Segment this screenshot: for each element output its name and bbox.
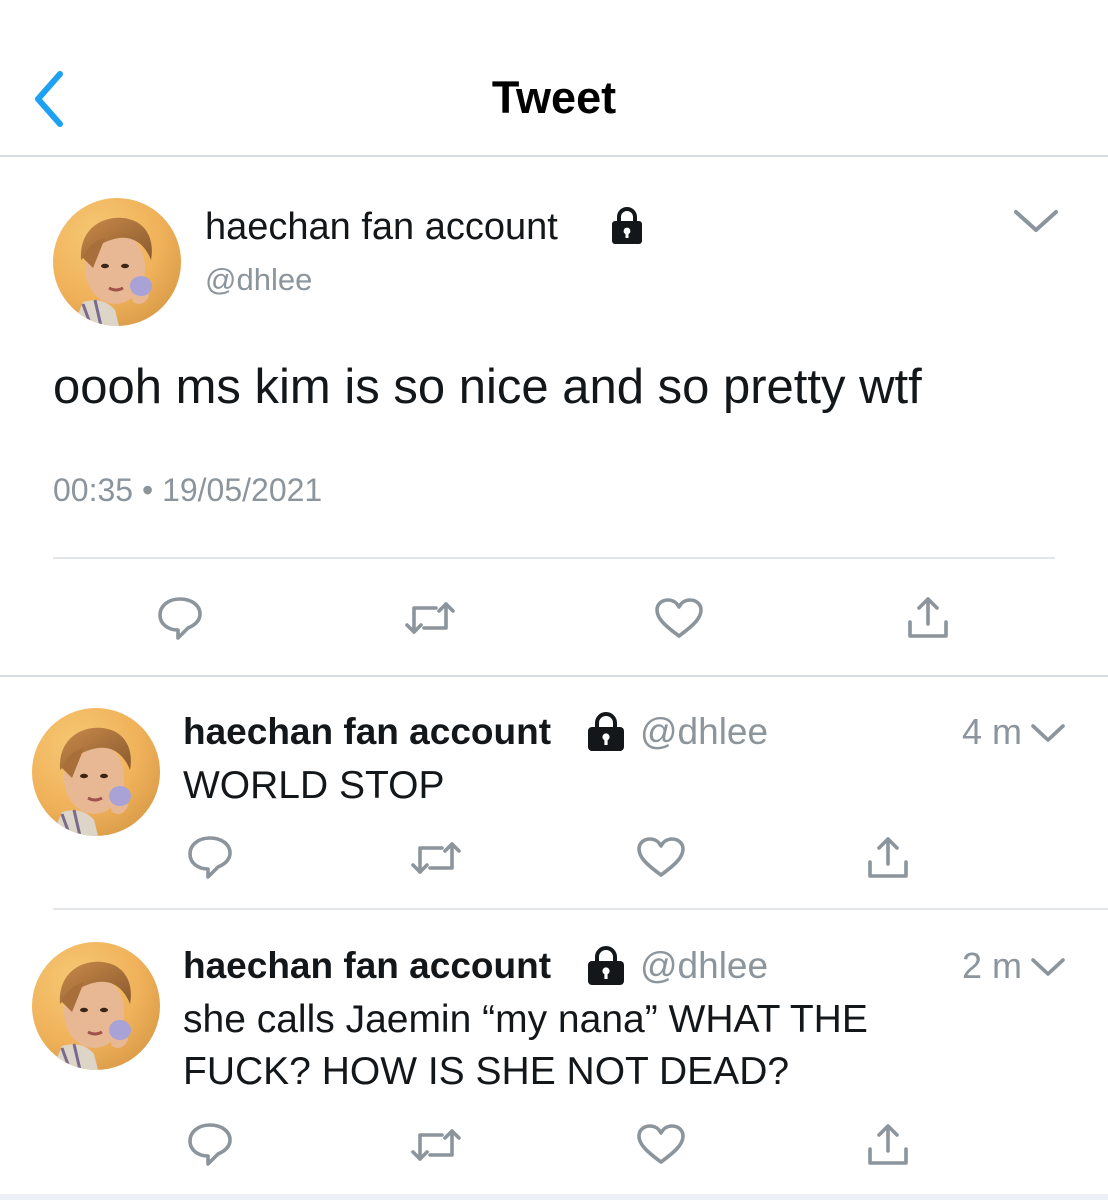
reply-button[interactable] <box>156 595 204 641</box>
divider <box>53 908 1108 910</box>
reply-icon <box>188 836 232 879</box>
share-icon <box>908 597 948 638</box>
retweet-button[interactable] <box>404 598 456 638</box>
lock-icon <box>610 206 644 246</box>
chevron-down-icon <box>1014 210 1058 232</box>
more-options-button[interactable] <box>1030 954 1066 980</box>
like-button[interactable] <box>654 597 704 639</box>
chevron-down-icon <box>1031 958 1065 976</box>
reply-icon <box>188 1123 232 1166</box>
reply-button[interactable] <box>186 1121 234 1167</box>
retweet-icon <box>411 842 461 874</box>
divider <box>0 675 1108 677</box>
heart-icon <box>637 1124 685 1164</box>
retweet-button[interactable] <box>410 838 462 878</box>
reply-icon <box>158 597 202 640</box>
display-name[interactable]: haechan fan account <box>183 944 551 988</box>
tweet-timestamp: 00:35 • 19/05/2021 <box>53 472 323 508</box>
tweet-text-line-2: FUCK? HOW IS SHE NOT DEAD? <box>183 1050 790 1093</box>
divider <box>53 557 1055 559</box>
username[interactable]: @dhlee <box>205 261 312 299</box>
bottom-edge <box>0 1194 1108 1200</box>
chevron-down-icon <box>1031 724 1065 742</box>
username[interactable]: @dhlee <box>640 710 768 754</box>
reply-button[interactable] <box>186 834 234 880</box>
heart-icon <box>637 837 685 877</box>
heart-icon <box>655 598 703 638</box>
share-icon <box>868 837 908 878</box>
share-button[interactable] <box>866 836 910 880</box>
display-name[interactable]: haechan fan account <box>183 710 551 754</box>
display-name[interactable]: haechan fan account <box>205 205 558 249</box>
top-bar: Tweet <box>0 0 1108 157</box>
avatar[interactable] <box>32 942 160 1070</box>
like-button[interactable] <box>636 836 686 878</box>
share-icon <box>868 1124 908 1165</box>
more-options-button[interactable] <box>1030 720 1066 746</box>
lock-icon <box>586 712 626 752</box>
avatar[interactable] <box>32 708 160 836</box>
retweet-icon <box>411 1129 461 1161</box>
lock-icon <box>586 946 626 986</box>
tweet-text: oooh ms kim is so nice and so pretty wtf <box>53 360 922 414</box>
avatar[interactable] <box>53 198 181 326</box>
reply-time: 4 m <box>961 711 1022 752</box>
more-options-button[interactable] <box>1012 204 1060 236</box>
page-title: Tweet <box>491 72 617 123</box>
username[interactable]: @dhlee <box>640 944 768 988</box>
retweet-icon <box>405 602 455 634</box>
share-button[interactable] <box>866 1123 910 1167</box>
reply-time: 2 m <box>961 945 1022 986</box>
tweet-text: WORLD STOP <box>183 764 445 807</box>
share-button[interactable] <box>906 596 950 640</box>
retweet-button[interactable] <box>410 1125 462 1165</box>
tweet-text-line-1: she calls Jaemin “my nana” WHAT THE <box>183 998 868 1041</box>
like-button[interactable] <box>636 1123 686 1165</box>
